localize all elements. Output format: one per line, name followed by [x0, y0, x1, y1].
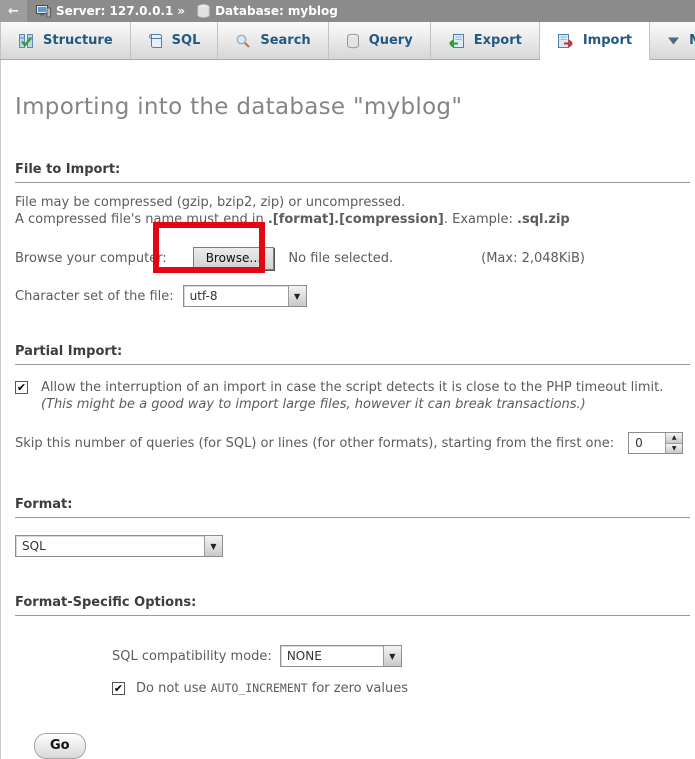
tab-label: SQL	[172, 33, 201, 48]
tab-export[interactable]: Export	[431, 22, 540, 59]
section-heading-format: Format:	[15, 497, 690, 518]
compression-line2: A compressed file's name must end in .[f…	[15, 211, 695, 228]
sql-compatibility-select[interactable]: NONE ▼	[280, 645, 402, 667]
spin-up-icon[interactable]: ▲	[666, 433, 682, 444]
section-heading-file-to-import: File to Import:	[15, 162, 690, 183]
spinner-buttons: ▲ ▼	[665, 433, 682, 453]
section-heading-format-specific: Format-Specific Options:	[15, 595, 690, 616]
sql-compatibility-label: SQL compatibility mode:	[112, 649, 272, 664]
skip-queries-value: 0	[629, 433, 665, 453]
auto-increment-label: Do not use AUTO_INCREMENT for zero value…	[136, 680, 408, 697]
import-page: Importing into the database "myblog" Fil…	[0, 60, 695, 759]
allow-interruption-row: ✔ Allow the interruption of an import in…	[15, 379, 695, 413]
compression-line1: File may be compressed (gzip, bzip2, zip…	[15, 194, 695, 211]
tab-import[interactable]: Import	[540, 22, 650, 60]
tab-structure[interactable]: Structure	[0, 22, 131, 59]
query-icon	[346, 33, 360, 49]
tab-sql[interactable]: SQL	[131, 22, 219, 59]
breadcrumb-database-label: Database: myblog	[215, 4, 338, 18]
allow-interruption-note: (This might be a good way to import larg…	[41, 397, 586, 412]
auto-increment-checkbox[interactable]: ✔	[112, 682, 125, 695]
tab-label: Query	[369, 33, 413, 48]
tab-more[interactable]: More	[650, 22, 695, 59]
auto-increment-row: ✔ Do not use AUTO_INCREMENT for zero val…	[112, 680, 695, 697]
browse-button[interactable]: Browse…	[193, 247, 275, 270]
breadcrumb-server-label: Server: 127.0.0.1	[56, 4, 173, 18]
back-arrow-icon: ←	[8, 4, 19, 19]
server-icon	[36, 4, 51, 18]
max-size-note: (Max: 2,048KiB)	[481, 251, 585, 266]
checkmark-icon: ✔	[114, 680, 123, 697]
compression-info: File may be compressed (gzip, bzip2, zip…	[15, 194, 695, 228]
skip-queries-row: Skip this number of queries (for SQL) or…	[15, 431, 695, 455]
section-heading-partial-import: Partial Import:	[15, 344, 690, 365]
dropdown-arrow-icon[interactable]: ▼	[204, 536, 222, 556]
no-file-selected-text: No file selected.	[288, 251, 393, 266]
tab-search[interactable]: Search	[218, 22, 328, 59]
format-select-row: SQL ▼	[15, 535, 695, 557]
tab-label: Import	[583, 33, 632, 48]
auto-increment-keyword: AUTO_INCREMENT	[211, 681, 308, 695]
format-select[interactable]: SQL ▼	[15, 535, 223, 557]
structure-icon	[18, 33, 34, 49]
example-extension: .sql.zip	[517, 212, 570, 227]
dropdown-arrow-icon[interactable]: ▼	[383, 646, 401, 666]
tab-bar: Structure SQL Search Query Export Import	[0, 22, 695, 60]
import-icon	[557, 33, 574, 49]
breadcrumb-server[interactable]: Server: 127.0.0.1	[36, 4, 173, 18]
sql-compatibility-value: NONE	[281, 646, 328, 666]
dropdown-arrow-icon[interactable]: ▼	[288, 286, 306, 306]
allow-interruption-label: Allow the interruption of an import in c…	[41, 379, 681, 413]
page-title: Importing into the database "myblog"	[15, 60, 695, 120]
charset-row: Character set of the file: utf-8 ▼	[15, 284, 695, 308]
charset-label: Character set of the file:	[15, 289, 174, 304]
back-button[interactable]: ←	[0, 0, 28, 22]
go-row: Go	[34, 733, 695, 759]
go-button[interactable]: Go	[34, 733, 86, 759]
sql-compatibility-row: SQL compatibility mode: NONE ▼	[112, 644, 695, 668]
skip-queries-input[interactable]: 0 ▲ ▼	[628, 432, 683, 454]
breadcrumb-separator: »	[177, 4, 185, 18]
chevron-down-icon	[667, 36, 680, 46]
breadcrumb-bar: ← Server: 127.0.0.1 » Database: myblog	[0, 0, 695, 22]
format-pattern: .[format].[compression]	[268, 212, 444, 227]
browse-label: Browse your computer:	[15, 251, 167, 266]
charset-select[interactable]: utf-8 ▼	[183, 285, 307, 307]
database-icon	[197, 4, 210, 18]
format-selected-value: SQL	[16, 536, 52, 556]
checkmark-icon: ✔	[17, 379, 26, 396]
file-upload-row: Browse your computer: Browse… No file se…	[15, 245, 695, 271]
tab-label: Structure	[43, 33, 113, 48]
spin-down-icon[interactable]: ▼	[666, 444, 682, 454]
tab-label: Search	[260, 33, 310, 48]
export-icon	[448, 33, 465, 49]
skip-queries-label: Skip this number of queries (for SQL) or…	[15, 436, 614, 451]
allow-interruption-checkbox[interactable]: ✔	[15, 381, 28, 394]
search-icon	[235, 33, 251, 49]
breadcrumb-database[interactable]: Database: myblog	[197, 4, 338, 18]
tab-label: Export	[474, 33, 522, 48]
charset-selected-value: utf-8	[184, 286, 224, 306]
tab-query[interactable]: Query	[329, 22, 431, 59]
tab-label: More	[689, 33, 695, 48]
sql-icon	[148, 33, 163, 49]
